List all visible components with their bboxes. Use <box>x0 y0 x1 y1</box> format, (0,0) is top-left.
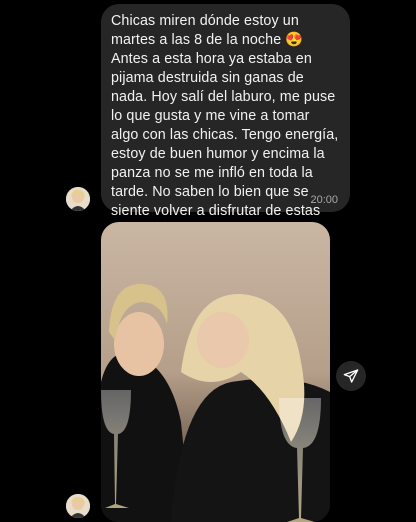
avatar-image <box>66 187 90 211</box>
avatar[interactable] <box>66 187 90 211</box>
avatar-image <box>66 494 90 518</box>
share-button[interactable] <box>336 361 366 391</box>
photo-message[interactable] <box>101 222 330 522</box>
message-text: Chicas miren dónde estoy un martes a las… <box>111 13 339 238</box>
avatar[interactable] <box>66 494 90 518</box>
message-bubble[interactable]: Chicas miren dónde estoy un martes a las… <box>101 4 350 238</box>
paper-plane-icon <box>343 369 359 383</box>
photo-image <box>101 222 330 522</box>
message-timestamp: 20:00 <box>310 194 338 206</box>
